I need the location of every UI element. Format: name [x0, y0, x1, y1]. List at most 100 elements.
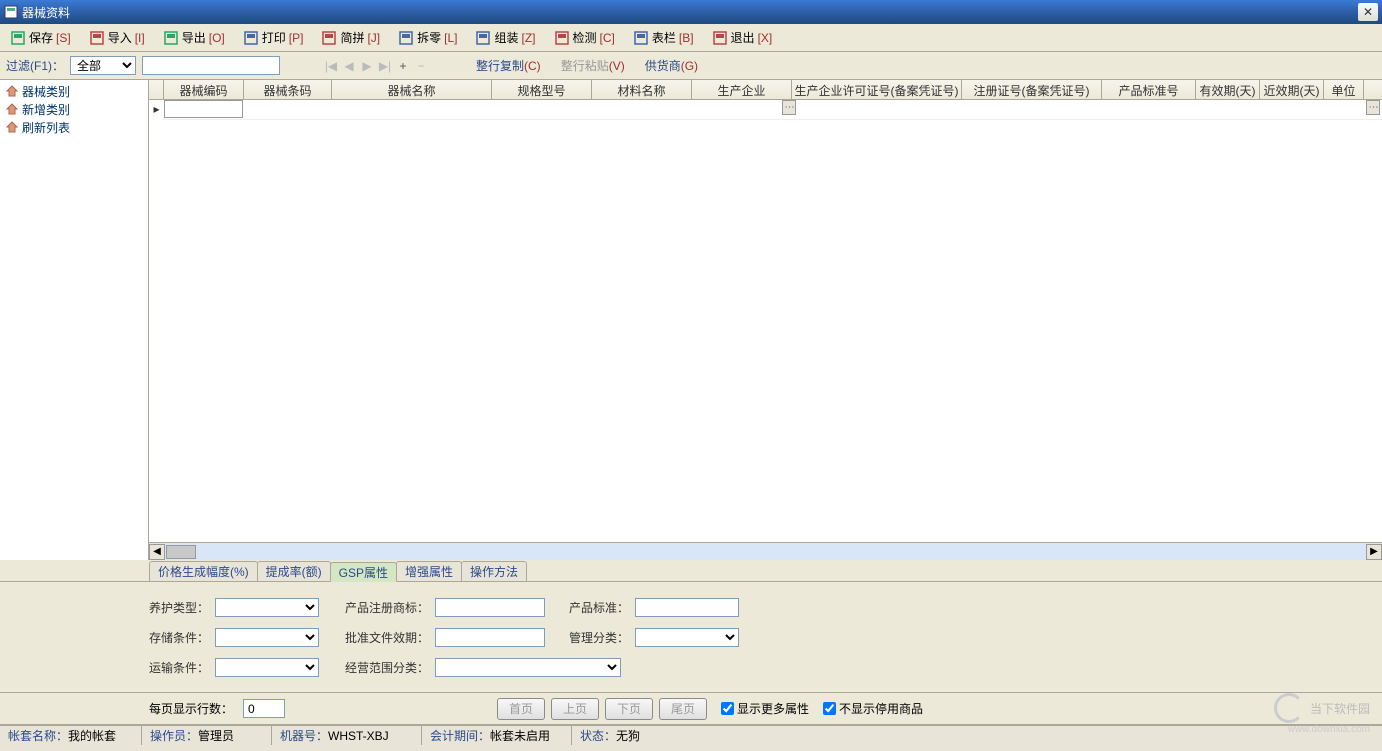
maintain-type-label: 养护类型： — [149, 599, 209, 616]
col-mfr[interactable]: 生产企业 — [692, 80, 792, 100]
main-toolbar: 保存[S] 导入[I] 导出[O] 打印[P] 简拼[J] 拆零[L] 组装[Z] 检测[C]… — [0, 24, 1382, 52]
status-bar: 帐套名称：我的帐套 操作员：管理员 机器号：WHST-XBJ 会计期间：帐套未启… — [0, 725, 1382, 745]
filter-bar: 过滤(F1)： 全部 |◀◀▶▶|+− 整行复制(C) 整行粘贴(V) 供货商(G) — [0, 52, 1382, 80]
show-more-attrs-checkbox[interactable]: 显示更多属性 — [721, 700, 809, 717]
table-row[interactable]: ⋯ ⋯ — [164, 100, 1382, 120]
hide-disabled-input[interactable] — [823, 702, 836, 715]
nav-device-category[interactable]: 器械类别 — [6, 82, 142, 100]
simplify-button[interactable]: 简拼[J] — [317, 27, 384, 49]
storage-select[interactable] — [215, 628, 319, 647]
scroll-left-icon[interactable]: ◀ — [149, 544, 165, 560]
print-icon — [243, 30, 259, 46]
detail-tabs: 价格生成幅度(%)提成率(额)GSP属性增强属性操作方法 — [0, 560, 1382, 582]
home-icon — [6, 85, 18, 97]
filter-dropdown[interactable]: 全部 — [70, 56, 136, 75]
split-icon — [398, 30, 414, 46]
gsp-form: 养护类型： 产品注册商标： 产品标准： 存储条件： 批准文件效期： 管理分类： … — [0, 582, 1382, 693]
nav-refresh-list[interactable]: 刷新列表 — [6, 118, 142, 136]
col-license[interactable]: 生产企业许可证号(备案凭证号) — [792, 80, 962, 100]
page-prev[interactable]: 上页 — [551, 698, 599, 720]
filter-search-input[interactable] — [142, 56, 280, 75]
page-next[interactable]: 下页 — [605, 698, 653, 720]
horizontal-scrollbar[interactable]: ◀ ▶ — [149, 542, 1382, 560]
cell-lookup-button[interactable]: ⋯ — [782, 100, 796, 115]
col-reg[interactable]: 注册证号(备案凭证号) — [962, 80, 1102, 100]
paste-rows: 整行粘贴(V) — [557, 59, 629, 73]
col-std[interactable]: 产品标准号 — [1102, 80, 1196, 100]
manage-class-label: 管理分类： — [559, 629, 629, 646]
sidebar: 器械类别新增类别刷新列表 — [0, 80, 149, 560]
close-button[interactable]: ✕ — [1358, 3, 1378, 21]
pinyin-icon — [321, 30, 337, 46]
assemble-button[interactable]: 组装[Z] — [471, 27, 539, 49]
tab-price[interactable]: 价格生成幅度(%) — [149, 561, 258, 581]
inspect-icon — [554, 30, 570, 46]
print-button[interactable]: 打印[P] — [239, 27, 308, 49]
tab-operation[interactable]: 操作方法 — [461, 561, 527, 581]
manage-class-select[interactable] — [635, 628, 739, 647]
save-button[interactable]: 保存[S] — [6, 27, 75, 49]
page-first[interactable]: 首页 — [497, 698, 545, 720]
pager-bar: 每页显示行数： 首页上页下页尾页 显示更多属性 不显示停用商品 — [0, 693, 1382, 725]
export-button[interactable]: 导出[O] — [159, 27, 229, 49]
col-barcode[interactable]: 器械条码 — [244, 80, 332, 100]
nav-first: |◀ — [322, 57, 340, 75]
assemble-icon — [475, 30, 491, 46]
tab-gsp[interactable]: GSP属性 — [330, 562, 397, 582]
col-name[interactable]: 器械名称 — [332, 80, 492, 100]
col-indicator[interactable] — [149, 80, 164, 100]
rows-per-page-input[interactable] — [243, 699, 285, 718]
save-icon — [10, 30, 26, 46]
nav-last: ▶| — [376, 57, 394, 75]
tab-commission[interactable]: 提成率(额) — [257, 561, 331, 581]
approval-expire-label: 批准文件效期： — [339, 629, 429, 646]
nav-prev: ◀ — [340, 57, 358, 75]
exit-icon — [712, 30, 728, 46]
scroll-thumb[interactable] — [166, 545, 196, 559]
split-button[interactable]: 拆零[L] — [394, 27, 461, 49]
nav-new-category[interactable]: 新增类别 — [6, 100, 142, 118]
nav-next: ▶ — [358, 57, 376, 75]
storage-label: 存储条件： — [149, 629, 209, 646]
page-last[interactable]: 尾页 — [659, 698, 707, 720]
hide-disabled-checkbox[interactable]: 不显示停用商品 — [823, 700, 923, 717]
col-unit[interactable]: 单位 — [1324, 80, 1364, 100]
col-near[interactable]: 近效期(天) — [1260, 80, 1324, 100]
import-button[interactable]: 导入[I] — [85, 27, 149, 49]
product-std-input[interactable] — [635, 598, 739, 617]
rows-per-page-label: 每页显示行数： — [149, 700, 233, 717]
filter-label: 过滤(F1)： — [6, 57, 64, 74]
show-more-attrs-input[interactable] — [721, 702, 734, 715]
app-icon — [4, 5, 18, 19]
home-icon — [6, 121, 18, 133]
supplier[interactable]: 供货商(G) — [641, 59, 702, 73]
nav-delete: − — [412, 57, 430, 75]
scope-class-select[interactable] — [435, 658, 621, 677]
title-bar: 器械资料 ✕ — [0, 0, 1382, 24]
data-grid[interactable]: 器械编码器械条码器械名称规格型号材料名称生产企业生产企业许可证号(备案凭证号)注… — [149, 80, 1382, 560]
tab-enhance[interactable]: 增强属性 — [396, 561, 462, 581]
col-valid[interactable]: 有效期(天) — [1196, 80, 1260, 100]
cell-code-edit[interactable] — [164, 100, 243, 118]
exit-button[interactable]: 退出[X] — [708, 27, 777, 49]
reg-trademark-input[interactable] — [435, 598, 545, 617]
columns-icon — [633, 30, 649, 46]
inspect-button[interactable]: 检测[C] — [550, 27, 619, 49]
col-material[interactable]: 材料名称 — [592, 80, 692, 100]
window-title: 器械资料 — [22, 4, 1358, 21]
cell-lookup-button-end[interactable]: ⋯ — [1366, 100, 1380, 115]
transport-label: 运输条件： — [149, 659, 209, 676]
product-std-label: 产品标准： — [559, 599, 629, 616]
columns-button[interactable]: 表栏[B] — [629, 27, 698, 49]
scroll-right-icon[interactable]: ▶ — [1366, 544, 1382, 560]
col-spec[interactable]: 规格型号 — [492, 80, 592, 100]
copy-rows[interactable]: 整行复制(C) — [472, 59, 545, 73]
col-code[interactable]: 器械编码 — [164, 80, 244, 100]
reg-trademark-label: 产品注册商标： — [339, 599, 429, 616]
nav-add[interactable]: + — [394, 57, 412, 75]
maintain-type-select[interactable] — [215, 598, 319, 617]
row-indicator: ▸ — [149, 100, 164, 542]
import-icon — [89, 30, 105, 46]
approval-expire-input[interactable] — [435, 628, 545, 647]
transport-select[interactable] — [215, 658, 319, 677]
